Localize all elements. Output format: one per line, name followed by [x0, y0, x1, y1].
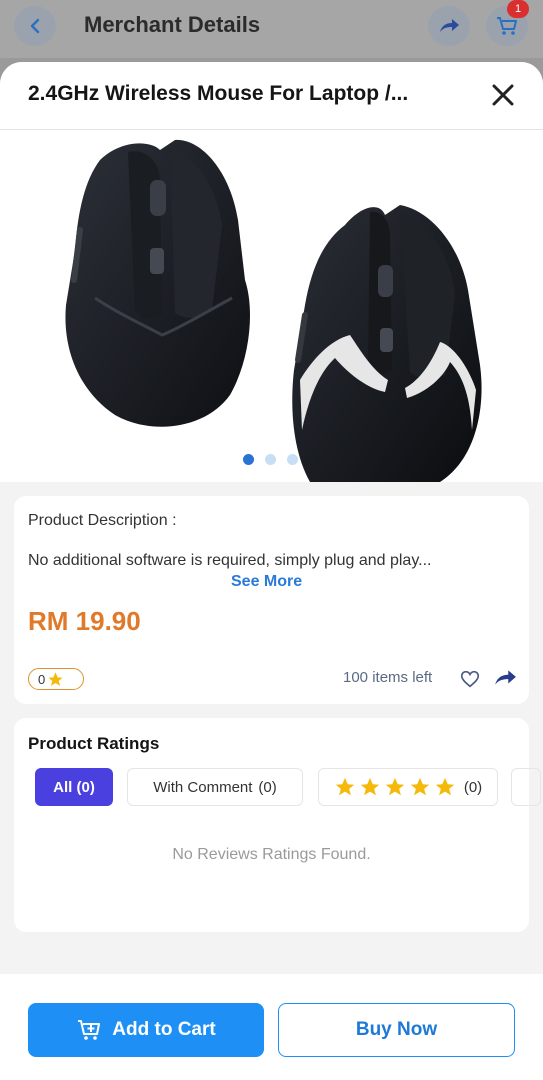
buy-now-button[interactable]: Buy Now: [278, 1003, 515, 1057]
bottom-action-bar: Add to Cart Buy Now: [0, 974, 543, 1080]
add-to-cart-label: Add to Cart: [112, 1019, 216, 1040]
filter-all-label: All: [53, 778, 73, 796]
star-icon: [335, 777, 354, 796]
chevron-left-icon: [30, 18, 40, 34]
add-to-cart-button[interactable]: Add to Cart: [28, 1003, 264, 1057]
star-icon: [48, 671, 63, 686]
filter-comment-count: (0): [258, 778, 277, 796]
product-image: [65, 139, 482, 482]
gallery-pagination: [243, 454, 298, 465]
ratings-heading: Product Ratings: [28, 734, 160, 753]
star-icon: [410, 777, 429, 796]
product-price: RM 19.90: [28, 606, 141, 636]
product-ratings-card: Product Ratings All (0) With Comment (0)…: [14, 718, 541, 932]
filter-next-button[interactable]: [511, 768, 541, 806]
five-star-rating: [334, 776, 456, 798]
product-image-gallery[interactable]: [0, 130, 543, 482]
filter-with-comment-button[interactable]: With Comment (0): [127, 768, 303, 806]
star-icon: [385, 777, 404, 796]
close-icon: [492, 84, 514, 106]
back-button[interactable]: [14, 6, 56, 46]
no-reviews-message: No Reviews Ratings Found.: [172, 846, 371, 863]
share-arrow-icon: [440, 19, 459, 32]
see-more-link[interactable]: See More: [231, 573, 302, 591]
share-arrow-icon: [495, 670, 516, 685]
pagination-dot-3[interactable]: [287, 454, 298, 465]
cart-icon: [497, 17, 517, 35]
filter-all-button[interactable]: All (0): [35, 768, 113, 806]
product-title: 2.4GHz Wireless Mouse For Laptop /...: [28, 82, 409, 105]
close-button[interactable]: [486, 78, 520, 112]
product-detail-sheet: 2.4GHz Wireless Mouse For Laptop /... Pr…: [0, 62, 543, 1080]
star-icon: [360, 777, 379, 796]
cart-count-badge: 1: [507, 0, 529, 18]
description-heading: Product Description :: [28, 512, 177, 529]
description-text: No additional software is required, simp…: [28, 552, 432, 569]
filter-five-star-button[interactable]: (0): [318, 768, 498, 806]
share-button[interactable]: [493, 668, 517, 690]
stock-remaining: 100 items left: [343, 669, 433, 686]
rating-value: 0: [38, 671, 46, 687]
sheet-header: 2.4GHz Wireless Mouse For Laptop /...: [0, 62, 543, 130]
buy-now-label: Buy Now: [355, 1019, 438, 1040]
filter-comment-label: With Comment: [153, 778, 253, 796]
pagination-dot-1[interactable]: [243, 454, 254, 465]
rating-badge: 0: [28, 668, 84, 690]
pagination-dot-2[interactable]: [265, 454, 276, 465]
add-to-cart-icon: [78, 1020, 101, 1040]
filter-all-count: (0): [76, 778, 95, 796]
heart-icon: [460, 670, 480, 688]
wishlist-button[interactable]: [459, 668, 481, 690]
header-share-button[interactable]: [428, 6, 470, 46]
star-icon: [435, 777, 454, 796]
filter-stars-count: (0): [463, 778, 483, 796]
page-title: Merchant Details: [84, 12, 261, 37]
product-description-card: Product Description : No additional soft…: [14, 496, 529, 704]
